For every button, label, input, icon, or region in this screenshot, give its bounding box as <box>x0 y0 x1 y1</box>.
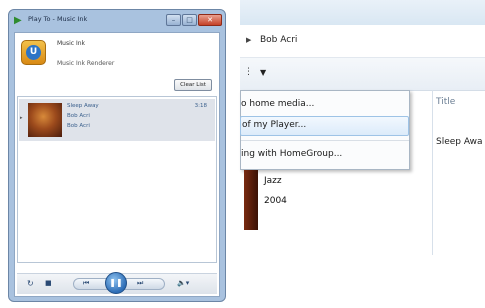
clear-list-button[interactable]: Clear List <box>174 79 212 91</box>
play-queue[interactable]: ▸ Sleep Away Bob Acri Bob Acri 3:18 <box>17 96 217 263</box>
playback-controls: ↻ ■ ⏮ ❚❚ ⏭ 🔈▾ <box>17 272 217 294</box>
breadcrumb: ▶ Bob Acri <box>240 25 485 58</box>
album-genre: Jazz <box>264 176 282 186</box>
queue-item[interactable]: ▸ Sleep Away Bob Acri Bob Acri 3:18 <box>19 99 215 141</box>
album-art <box>28 103 62 137</box>
menu-item-home-media[interactable]: o home media... <box>241 99 314 109</box>
next-button[interactable]: ⏭ <box>137 279 143 288</box>
top-strip <box>240 0 485 25</box>
menu-item-homegroup[interactable]: ing with HomeGroup... <box>241 149 342 159</box>
minimize-button[interactable]: – <box>166 14 181 26</box>
stop-button[interactable]: ■ <box>45 279 52 287</box>
queue-item-album: Bob Acri <box>67 123 90 129</box>
play-pause-button[interactable]: ❚❚ <box>105 272 127 294</box>
queue-item-artist: Bob Acri <box>67 113 90 119</box>
repeat-icon[interactable]: ↻ <box>27 279 34 288</box>
window-title: Play To - Music Ink <box>28 15 88 23</box>
track-title-cell[interactable]: Sleep Awa <box>436 137 483 147</box>
breadcrumb-chevron-icon: ▶ <box>246 36 252 44</box>
toolbar-dropdown-arrow[interactable]: ▼ <box>260 68 266 77</box>
column-header-title[interactable]: Title <box>436 97 455 107</box>
column-divider <box>432 90 433 255</box>
device-name: Music Ink <box>57 40 86 47</box>
play-to-window: ▶ Play To - Music Ink – □ ✕ U Music Ink … <box>8 9 226 302</box>
toolbar: ⋮ ▼ <box>240 58 485 91</box>
album-year: 2004 <box>264 196 287 206</box>
window-client: U Music Ink Music Ink Renderer Clear Lis… <box>14 32 220 297</box>
queue-item-title: Sleep Away <box>67 103 99 109</box>
breadcrumb-item[interactable]: Bob Acri <box>260 35 297 45</box>
now-playing-arrow-icon: ▸ <box>20 115 23 121</box>
volume-icon[interactable]: 🔈▾ <box>177 279 189 287</box>
maximize-button[interactable]: □ <box>182 14 197 26</box>
media-renderer-icon: U <box>21 40 46 65</box>
renderer-glyph-icon: U <box>26 45 41 60</box>
close-button[interactable]: ✕ <box>198 14 222 26</box>
stream-dropdown-menu: o home media... of my Player... ing with… <box>240 90 410 170</box>
toolbar-more-icon: ⋮ <box>244 67 253 77</box>
play-to-icon: ▶ <box>14 15 22 26</box>
menu-item-remote-player-label: of my Player... <box>242 120 307 130</box>
device-subtitle: Music Ink Renderer <box>57 60 115 67</box>
queue-item-duration: 3:18 <box>194 103 207 109</box>
album-cover <box>244 170 258 230</box>
previous-button[interactable]: ⏮ <box>83 279 89 288</box>
menu-separator <box>241 140 409 141</box>
title-bar[interactable]: ▶ Play To - Music Ink – □ ✕ <box>9 10 225 32</box>
menu-item-remote-player[interactable]: of my Player... <box>240 116 409 136</box>
